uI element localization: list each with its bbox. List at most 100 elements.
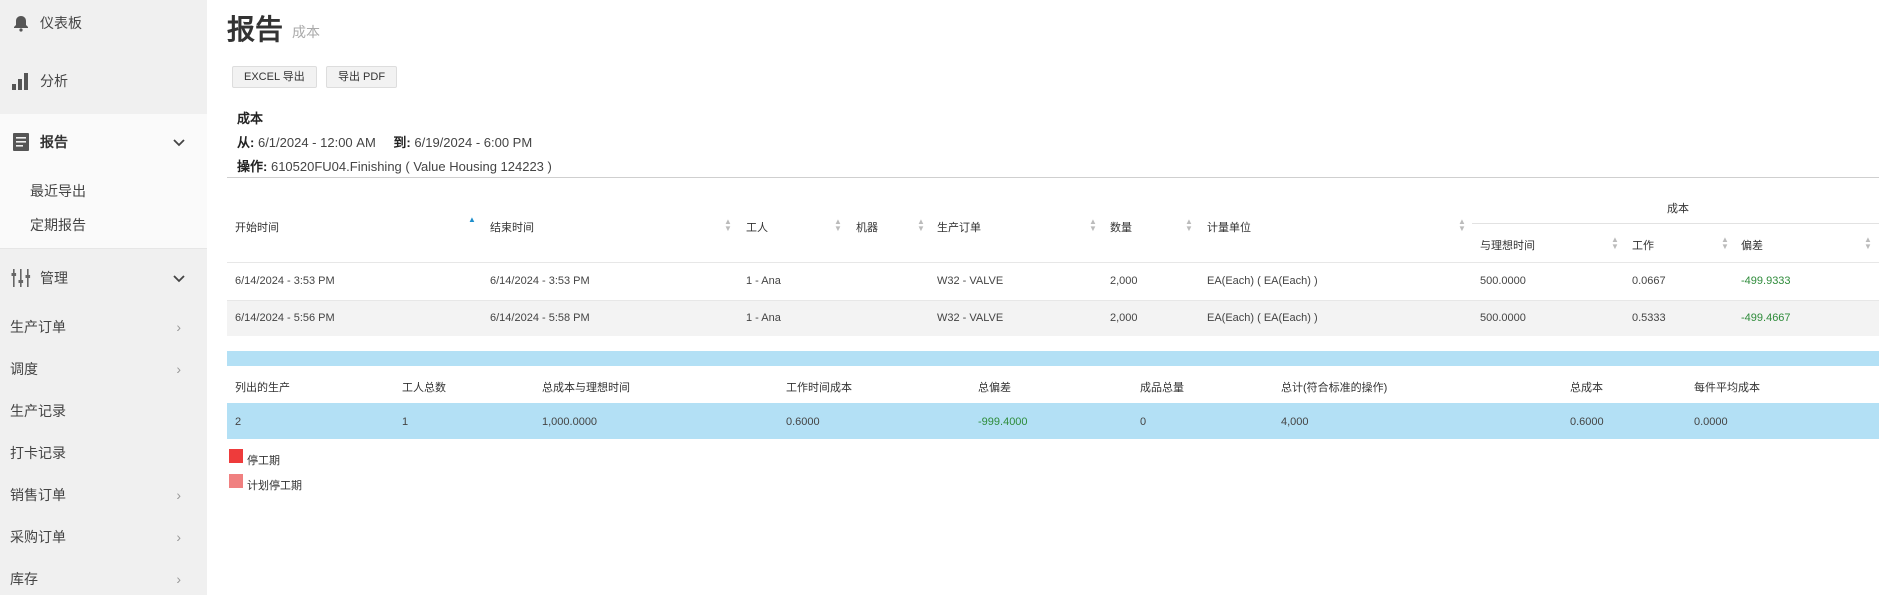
col-header-start-time[interactable]: 开始时间 (235, 219, 279, 235)
col-header-deviation[interactable]: 偏差 (1741, 237, 1763, 253)
summary-header-total-cost: 总成本 (1570, 382, 1603, 394)
cell-end-time: 6/14/2024 - 3:53 PM (490, 275, 590, 287)
date-range: 从: 6/1/2024 - 12:00 AM 到: 6/19/2024 - 6:… (237, 132, 532, 151)
sidebar-item-label: 生产订单 (10, 319, 66, 335)
col-group-header-cost: 成本 (1667, 203, 1689, 215)
bar-chart-icon (10, 70, 32, 92)
sidebar-item-label: 销售订单 (10, 487, 66, 503)
sidebar-item-label: 管理 (40, 269, 68, 286)
cell-unit: EA(Each) ( EA(Each) ) (1207, 275, 1318, 287)
operation-label: 操作: (237, 159, 268, 174)
summary-header-total-ideal-cost: 总成本与理想时间 (542, 382, 630, 394)
cell-quantity: 2,000 (1110, 312, 1138, 324)
sort-icon[interactable]: ▲ ▼ (1611, 236, 1619, 251)
sort-icon[interactable]: ▲ ▼ (1721, 236, 1729, 251)
to-value: 6/19/2024 - 6:00 PM (414, 135, 533, 150)
chevron-down-icon (173, 270, 185, 286)
cell-start-time: 6/14/2024 - 3:53 PM (235, 275, 335, 287)
col-header-worker[interactable]: 工人 (746, 219, 768, 235)
sidebar-item-label: 报告 (40, 134, 68, 150)
summary-value-finished-total: 0 (1140, 416, 1147, 428)
cell-worker: 1 - Ana (746, 275, 781, 287)
sort-icon[interactable]: ▲ ▼ (1864, 236, 1872, 251)
sort-icon[interactable]: ▲ ▼ (1185, 218, 1193, 233)
page-title: 报告 (227, 14, 284, 45)
cell-deviation: -499.4667 (1741, 312, 1791, 324)
cell-start-time: 6/14/2024 - 5:56 PM (235, 312, 335, 324)
legend-label-planned-downtime: 计划停工期 (247, 480, 302, 492)
sidebar-item-production-records[interactable]: 生产记录 (0, 390, 207, 432)
summary-header-finished-total: 成品总量 (1140, 382, 1184, 394)
summary-value-total-standard-ops: 4,000 (1281, 416, 1309, 428)
chevron-right-icon: › (176, 361, 181, 377)
sidebar-item-label: 打卡记录 (10, 445, 66, 461)
page-subtitle: 成本 (292, 24, 320, 40)
summary-header-avg-cost-per-piece: 每件平均成本 (1694, 382, 1760, 394)
col-header-production-order[interactable]: 生产订单 (937, 219, 981, 235)
sidebar-item-label: 调度 (10, 361, 38, 377)
summary-value-work-time-cost: 0.6000 (786, 416, 820, 428)
sidebar-item-dashboard[interactable]: 仪表板 (0, 0, 207, 46)
summary-value-avg-cost-per-piece: 0.0000 (1694, 416, 1728, 428)
col-header-quantity[interactable]: 数量 (1110, 219, 1132, 235)
summary-header-listed-production: 列出的生产 (235, 382, 290, 394)
sidebar: 仪表板 分析 报告 最近导出 定期报告 管理 生产订单 › 调度 › 生产记录 … (0, 0, 207, 595)
sort-icon[interactable]: ▲ ▼ (1458, 218, 1466, 233)
cell-production-order: W32 - VALVE (937, 312, 1004, 324)
reports-submenu: 最近导出 定期报告 (0, 170, 207, 248)
sidebar-item-purchase-orders[interactable]: 采购订单 › (0, 516, 207, 558)
chevron-down-icon (173, 134, 185, 150)
row-divider (227, 300, 1879, 301)
sidebar-item-label: 生产记录 (10, 403, 66, 419)
sidebar-subitem-scheduled-reports[interactable]: 定期报告 (0, 208, 207, 242)
from-value: 6/1/2024 - 12:00 AM (257, 135, 376, 150)
legend-label-downtime: 停工期 (247, 455, 280, 467)
sidebar-item-production-orders[interactable]: 生产订单 › (0, 306, 207, 348)
sidebar-item-analysis[interactable]: 分析 (0, 58, 207, 104)
cell-worker: 1 - Ana (746, 312, 781, 324)
bell-icon (10, 12, 32, 34)
header-bottom-line (227, 262, 1879, 263)
summary-value-total-workers: 1 (402, 416, 409, 428)
sort-icon[interactable]: ▲ ▼ (834, 218, 842, 233)
summary-value-total-ideal-cost: 1,000.0000 (542, 416, 598, 428)
sidebar-item-label: 分析 (40, 73, 68, 89)
cell-quantity: 2,000 (1110, 275, 1138, 287)
summary-value-total-cost: 0.6000 (1570, 416, 1604, 428)
sort-asc-icon[interactable]: ▲ (468, 216, 476, 224)
sidebar-subitem-recent-exports[interactable]: 最近导出 (0, 174, 207, 208)
summary-header-work-time-cost: 工作时间成本 (786, 382, 852, 394)
group-header-divider (1472, 223, 1879, 224)
sidebar-item-sales-orders[interactable]: 销售订单 › (0, 474, 207, 516)
sliders-icon (10, 267, 32, 289)
cell-ideal-time-cost: 500.0000 (1480, 275, 1526, 287)
chevron-right-icon: › (176, 529, 181, 545)
col-header-machine[interactable]: 机器 (856, 219, 878, 235)
sort-icon[interactable]: ▲ ▼ (1089, 218, 1097, 233)
sidebar-item-scheduling[interactable]: 调度 › (0, 348, 207, 390)
sidebar-item-reports[interactable]: 报告 (0, 114, 207, 170)
chevron-right-icon: › (176, 571, 181, 587)
summary-value-total-deviation: -999.4000 (978, 416, 1028, 428)
excel-export-button[interactable]: EXCEL 导出 (232, 66, 317, 88)
pdf-export-button[interactable]: 导出 PDF (326, 66, 398, 88)
document-icon (10, 131, 32, 153)
summary-header-total-standard-ops: 总计(符合标准的操作) (1281, 382, 1388, 394)
col-header-work-cost[interactable]: 工作 (1632, 237, 1654, 253)
summary-header-total-deviation: 总偏差 (978, 382, 1011, 394)
col-header-ideal-time-cost[interactable]: 与理想时间 (1480, 237, 1535, 253)
sidebar-item-label: 仪表板 (40, 15, 82, 31)
summary-row (227, 403, 1879, 439)
sidebar-item-label: 采购订单 (10, 529, 66, 545)
sidebar-item-manage[interactable]: 管理 (0, 248, 207, 306)
sidebar-item-inventory[interactable]: 库存 › (0, 558, 207, 600)
col-header-end-time[interactable]: 结束时间 (490, 219, 534, 235)
report-name: 成本 (237, 111, 264, 126)
summary-header-total-workers: 工人总数 (402, 382, 446, 394)
summary-value-listed-production: 2 (235, 416, 242, 428)
sort-icon[interactable]: ▲ ▼ (917, 218, 925, 233)
sort-icon[interactable]: ▲ ▼ (724, 218, 732, 233)
sidebar-item-clock-records[interactable]: 打卡记录 (0, 432, 207, 474)
col-header-unit[interactable]: 计量单位 (1207, 219, 1251, 235)
to-label: 到: (393, 135, 411, 150)
